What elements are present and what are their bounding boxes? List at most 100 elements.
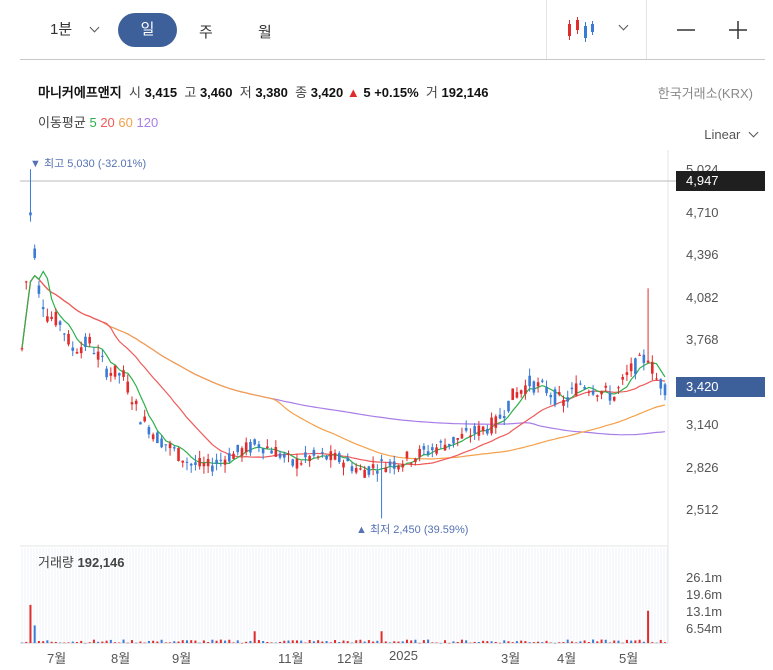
- candle-body: [160, 438, 163, 448]
- candle-body: [439, 441, 443, 443]
- volume-bar: [414, 639, 417, 643]
- x-tick: 5월: [619, 651, 639, 666]
- x-tick: 4월: [557, 651, 577, 666]
- candle-body: [325, 455, 328, 460]
- volume-bar: [562, 642, 565, 643]
- volume-bar: [486, 641, 489, 643]
- candle-body: [435, 447, 438, 454]
- volume-bar: [262, 640, 265, 643]
- ma-5-line: [21, 270, 666, 472]
- candle-body: [473, 426, 476, 434]
- volume-bar: [575, 642, 578, 643]
- candle-body: [139, 422, 142, 425]
- volume-bar: [312, 641, 315, 643]
- volume-bar: [346, 641, 349, 643]
- volume-bar: [592, 639, 595, 643]
- volume-bar: [295, 640, 298, 643]
- volume-bar: [266, 641, 269, 643]
- candle-body: [219, 459, 223, 461]
- candle-body: [202, 462, 206, 467]
- candle-body: [316, 456, 320, 458]
- candle-body: [536, 382, 540, 387]
- volume-bar: [152, 640, 155, 643]
- y-tick: 4,710: [686, 204, 719, 220]
- volume-bar: [114, 642, 117, 643]
- candle-body: [591, 390, 595, 395]
- candle-body: [574, 383, 578, 396]
- volume-bar: [503, 640, 506, 643]
- candle-body: [634, 358, 637, 375]
- candle-body: [350, 466, 354, 472]
- candle-body: [494, 416, 498, 428]
- candle-body: [600, 391, 603, 395]
- candle-body: [198, 458, 201, 467]
- volume-bar: [418, 642, 421, 644]
- candle-body: [464, 427, 468, 431]
- volume-bar: [240, 642, 243, 644]
- volume-bar: [659, 639, 662, 643]
- candle-body: [376, 471, 379, 474]
- candle-body: [570, 387, 574, 390]
- volume-bar: [405, 639, 408, 643]
- candle-body: [257, 444, 261, 448]
- candle-body: [363, 469, 366, 478]
- volume-tick: 6.54m: [686, 621, 723, 636]
- volume-bar: [308, 639, 311, 643]
- candle-body: [443, 444, 447, 451]
- y-tick: 3,768: [686, 332, 719, 347]
- candle-body: [134, 400, 138, 405]
- candle-body: [354, 467, 358, 473]
- volume-bar: [520, 640, 523, 643]
- ma-60-line: [21, 274, 666, 460]
- volume-bar: [173, 641, 176, 643]
- crosshair-price-tag: 4,947: [676, 171, 765, 191]
- volume-bar: [198, 642, 201, 644]
- candle-body: [629, 363, 633, 372]
- candle-body: [29, 212, 32, 216]
- candle-body: [274, 447, 278, 457]
- candle-body: [41, 307, 45, 310]
- volume-bar: [219, 639, 222, 643]
- volume-bar: [422, 640, 425, 643]
- volume-bar: [647, 610, 650, 643]
- candle-body: [528, 375, 531, 387]
- volume-bar: [147, 640, 150, 643]
- volume-bar: [355, 640, 358, 643]
- volume-bar: [363, 641, 366, 643]
- candle-body: [418, 448, 421, 458]
- candle-body: [185, 461, 189, 463]
- candle-body: [608, 392, 612, 401]
- volume-bar: [236, 640, 239, 643]
- volume-bar: [389, 642, 392, 643]
- volume-bar: [638, 639, 641, 643]
- volume-bar: [228, 639, 231, 643]
- candle-body: [549, 395, 553, 398]
- x-tick: 3월: [501, 651, 521, 666]
- candle-body: [596, 395, 599, 397]
- candle-body: [88, 336, 91, 344]
- candle-body: [553, 389, 557, 405]
- volume-bar: [376, 640, 379, 643]
- volume-bar: [224, 640, 227, 643]
- candle-body: [486, 428, 489, 434]
- volume-bar: [452, 641, 455, 643]
- candle-body: [151, 434, 155, 440]
- candle-body: [431, 447, 434, 451]
- volume-bar: [194, 640, 197, 643]
- candle-body: [308, 456, 311, 462]
- candle-body: [617, 387, 620, 389]
- volume-bar: [469, 642, 472, 644]
- volume-bar: [232, 642, 235, 643]
- candle-body: [498, 414, 502, 419]
- candle-body: [502, 416, 506, 419]
- candle-body: [37, 285, 41, 294]
- candle-body: [532, 381, 536, 393]
- candle-body: [321, 452, 324, 454]
- volume-bar: [169, 642, 172, 643]
- x-tick: 8월: [111, 651, 131, 666]
- volume-bar: [21, 642, 23, 644]
- y-tick: 2,826: [686, 459, 719, 475]
- volume-bar: [80, 640, 83, 643]
- candle-body: [126, 381, 130, 393]
- candle-body: [223, 459, 227, 465]
